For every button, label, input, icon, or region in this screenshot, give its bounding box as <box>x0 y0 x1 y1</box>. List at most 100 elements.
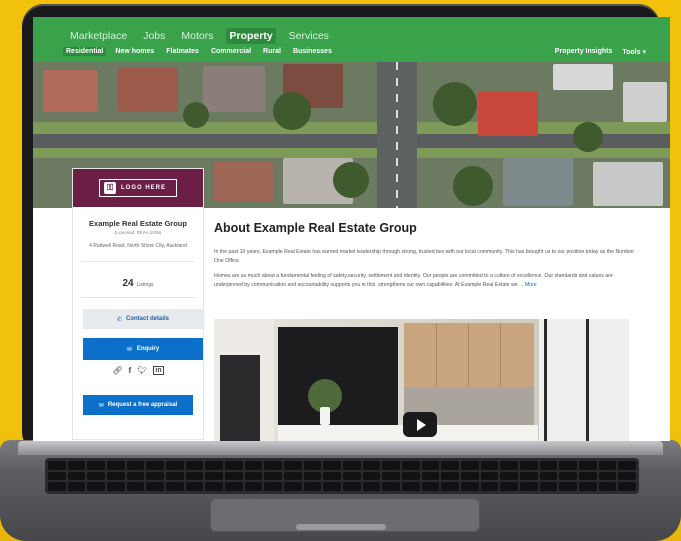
keyboard-key <box>578 461 597 470</box>
video-frame <box>500 323 501 387</box>
subnav-item-businesses[interactable]: Businesses <box>290 47 335 56</box>
video-frame <box>404 323 534 387</box>
subnav-item-flatmates[interactable]: Flatmates <box>163 47 202 56</box>
facebook-icon[interactable]: f <box>129 366 132 375</box>
keyboard-key <box>559 471 577 481</box>
subnav-item-commercial[interactable]: Commercial <box>208 47 254 56</box>
keyboard-key <box>303 471 322 481</box>
agent-card: ⚿ LOGO HERE Example Real Estate Group (L… <box>73 169 203 439</box>
keyboard-key <box>224 471 243 481</box>
keyboard-key <box>460 471 479 481</box>
keyboard-key <box>106 471 125 481</box>
keyboard-key <box>362 471 381 481</box>
nav-item-property[interactable]: Property <box>226 28 276 44</box>
keyboard-key <box>578 471 597 481</box>
twitter-icon[interactable]: 🐦︎ <box>137 366 147 375</box>
keyboard-key <box>283 461 302 470</box>
hero-tree <box>273 92 311 130</box>
agent-licence: (Licensed: REAA 2008) <box>114 230 162 235</box>
hero-house <box>553 64 613 90</box>
keyboard-key <box>618 461 636 470</box>
about-paragraph-2: Homes are as much about a fundamental fe… <box>214 272 634 289</box>
agency-logo: ⚿ LOGO HERE <box>73 169 203 207</box>
video-frame <box>320 407 330 425</box>
laptop-base-edge <box>18 441 663 455</box>
keyboard-key <box>224 482 243 491</box>
hero-house <box>203 66 265 112</box>
linkedin-icon[interactable]: in <box>153 366 164 375</box>
keyboard-key <box>323 471 341 481</box>
logo-text: LOGO HERE <box>121 185 167 191</box>
laptop-notch <box>296 524 386 530</box>
enquiry-button[interactable]: ✉ Enquiry <box>83 338 203 360</box>
keyboard-key <box>519 482 538 491</box>
keyboard-key <box>500 471 518 481</box>
nav-item-motors[interactable]: Motors <box>178 28 216 44</box>
subnav-item-residential[interactable]: Residential <box>63 47 107 56</box>
contact-details-label: Contact details <box>126 316 170 322</box>
enquiry-label: Enquiry <box>136 346 160 352</box>
keyboard-key <box>48 461 66 470</box>
keyboard-key <box>441 461 459 470</box>
keyboard-key <box>165 461 184 470</box>
nav-item-services[interactable]: Services <box>286 28 332 44</box>
keyboard-key <box>618 471 636 481</box>
request-appraisal-button[interactable]: ✉ Request a free appraisal <box>83 395 193 415</box>
agent-name: Example Real Estate Group <box>89 219 187 228</box>
keyboard-key <box>146 482 164 491</box>
tools-menu[interactable]: Tools ▾ <box>622 48 646 56</box>
keyboard-key <box>264 461 282 470</box>
keyboard-key <box>106 461 125 470</box>
nav-item-jobs[interactable]: Jobs <box>140 28 168 44</box>
video-frame <box>220 355 260 441</box>
appraisal-label: Request a free appraisal <box>107 402 178 408</box>
property-insights-link[interactable]: Property Insights <box>555 48 613 56</box>
laptop-screen: Marketplace Jobs Motors Property Service… <box>33 17 670 441</box>
nav-item-marketplace[interactable]: Marketplace <box>67 28 130 44</box>
keyboard-key <box>146 461 164 470</box>
hero-tree <box>573 122 603 152</box>
listings-label: Listings <box>136 282 154 288</box>
keyboard-key <box>480 461 499 470</box>
keyboard-key <box>460 461 479 470</box>
hero-tree <box>333 162 369 198</box>
video-frame <box>539 319 629 441</box>
keyboard-key <box>441 471 459 481</box>
sub-nav: Residential New homes Flatmates Commerci… <box>63 47 335 56</box>
chevron-down-icon: ▾ <box>642 49 646 56</box>
keyboard-key <box>87 461 105 470</box>
hero-tree <box>453 166 493 206</box>
keyboard-key <box>48 482 66 491</box>
mail-icon: ✉ <box>98 402 104 409</box>
divider <box>81 261 195 262</box>
keyboard-key <box>165 482 184 491</box>
subnav-item-rural[interactable]: Rural <box>260 47 284 56</box>
keyboard-key <box>421 461 440 470</box>
keyboard-key <box>264 482 282 491</box>
phone-icon: ✆ <box>116 316 122 323</box>
keyboard-key <box>342 461 361 470</box>
keyboard-key <box>382 482 400 491</box>
play-button[interactable] <box>403 412 437 437</box>
keyboard-key <box>205 471 223 481</box>
keyboard-key <box>165 471 184 481</box>
keyboard-key <box>48 471 66 481</box>
social-links: 🔗︎ f 🐦︎ in <box>73 366 203 375</box>
contact-details-button[interactable]: ✆ Contact details <box>83 309 203 329</box>
hero-house <box>623 82 667 122</box>
keyboard-key <box>539 471 558 481</box>
agent-address: 4 Rodwell Road, North Shore City, Auckla… <box>89 243 187 249</box>
keyboard-key <box>185 482 204 491</box>
keyboard-key <box>67 461 86 470</box>
keyboard-key <box>244 461 263 470</box>
video-player[interactable] <box>214 319 629 441</box>
subnav-item-new-homes[interactable]: New homes <box>112 47 157 56</box>
keyboard-key <box>401 471 420 481</box>
more-link[interactable]: More <box>525 282 537 288</box>
listings-count[interactable]: 24 Listings <box>73 273 203 291</box>
keyboard-key <box>382 471 400 481</box>
keyboard-key <box>519 461 538 470</box>
link-icon[interactable]: 🔗︎ <box>112 366 122 375</box>
keyboard-key <box>382 461 400 470</box>
hero-verge <box>33 148 670 158</box>
